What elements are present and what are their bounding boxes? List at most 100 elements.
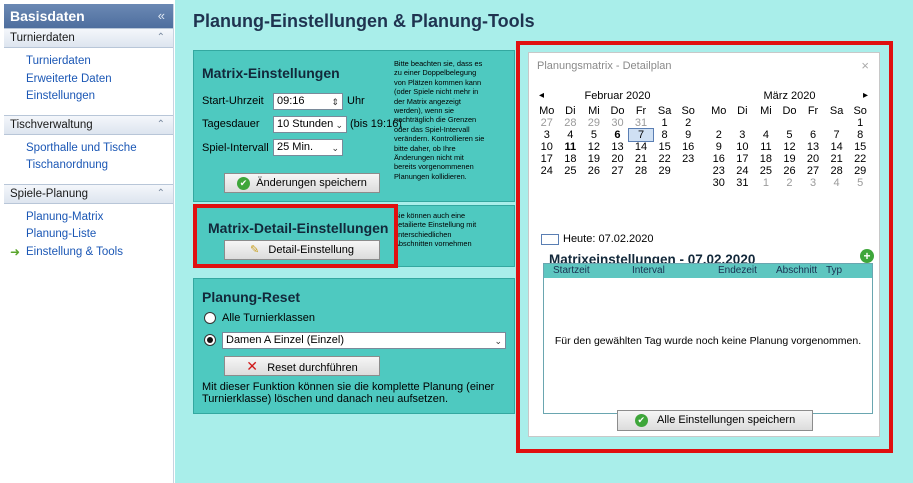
column-header[interactable]: Startzeit <box>553 265 590 276</box>
calendar-day[interactable]: 31 <box>629 117 653 129</box>
calendar-day[interactable]: 2 <box>707 129 731 141</box>
calendar-day[interactable]: 31 <box>731 177 755 189</box>
calendar-day[interactable]: 29 <box>653 165 677 177</box>
calendar-day[interactable]: 8 <box>653 129 677 141</box>
calendar-day[interactable]: 16 <box>707 153 731 165</box>
class-select[interactable]: Damen A Einzel (Einzel) ⌄ <box>222 332 506 349</box>
start-time-input[interactable]: 09:16 ⇕ <box>273 93 343 110</box>
radio-selected-class[interactable] <box>204 334 216 346</box>
sidebar-item-erweiterte-daten[interactable]: Erweiterte Daten <box>4 71 173 89</box>
sidebar-item-einstellungen[interactable]: Einstellungen <box>4 88 173 106</box>
calendar-day[interactable]: 7 <box>628 128 654 142</box>
calendar-day[interactable]: 6 <box>606 129 630 141</box>
calendar-day[interactable]: 19 <box>582 153 606 165</box>
calendar-day[interactable]: 23 <box>676 153 700 165</box>
sidebar-item-planung-liste[interactable]: Planung-Liste <box>4 226 173 244</box>
calendar-day[interactable]: 23 <box>707 165 731 177</box>
calendar-day[interactable]: 21 <box>629 153 653 165</box>
calendar-day[interactable]: 27 <box>606 165 630 177</box>
interval-select[interactable]: 25 Min. ⌄ <box>273 139 343 156</box>
calendar-day[interactable]: 1 <box>653 117 677 129</box>
calendar-day[interactable]: 26 <box>778 165 802 177</box>
calendar-day[interactable]: 15 <box>653 141 677 153</box>
calendar-day[interactable]: 28 <box>559 117 583 129</box>
sidebar-item-planung-matrix[interactable]: Planung-Matrix <box>4 209 173 227</box>
calendar-day[interactable]: 24 <box>535 165 559 177</box>
calendar-day[interactable]: 8 <box>848 129 872 141</box>
column-header[interactable]: Typ <box>826 265 842 276</box>
calendar-day[interactable]: 25 <box>559 165 583 177</box>
today-link[interactable]: Heute: 07.02.2020 <box>541 233 654 245</box>
section-spiele-planung[interactable]: Spiele-Planung ⌃ <box>4 183 173 204</box>
calendar-day[interactable]: 5 <box>582 129 606 141</box>
calendar-day[interactable]: 9 <box>707 141 731 153</box>
calendar-day[interactable]: 24 <box>731 165 755 177</box>
calendar-day[interactable]: 10 <box>535 141 559 153</box>
sidebar-item-sporthalle[interactable]: Sporthalle und Tische <box>4 140 173 158</box>
calendar-day[interactable]: 18 <box>559 153 583 165</box>
calendar-day[interactable]: 16 <box>676 141 700 153</box>
calendar-day[interactable]: 12 <box>778 141 802 153</box>
calendar-day[interactable]: 6 <box>801 129 825 141</box>
calendar-day[interactable]: 11 <box>559 141 583 153</box>
calendar-day[interactable]: 28 <box>825 165 849 177</box>
calendar-day[interactable]: 11 <box>754 141 778 153</box>
calendar-day[interactable]: 27 <box>535 117 559 129</box>
calendar-day[interactable]: 28 <box>629 165 653 177</box>
day-duration-select[interactable]: 10 Stunden ⌄ <box>273 116 347 133</box>
next-month-icon[interactable]: ▸ <box>863 88 868 104</box>
column-header[interactable]: Interval <box>632 265 665 276</box>
calendar-day[interactable]: 17 <box>731 153 755 165</box>
add-icon[interactable]: + <box>860 249 874 263</box>
calendar-day[interactable]: 1 <box>754 177 778 189</box>
calendar-day[interactable]: 30 <box>707 177 731 189</box>
collapse-sidebar-icon[interactable]: « <box>158 4 165 28</box>
calendar-day[interactable]: 25 <box>754 165 778 177</box>
calendar-day[interactable]: 14 <box>629 141 653 153</box>
calendar-day[interactable]: 18 <box>754 153 778 165</box>
column-header[interactable]: Endezeit <box>718 265 757 276</box>
spinner-icon[interactable]: ⇕ <box>331 95 339 110</box>
calendar-day[interactable]: 5 <box>848 177 872 189</box>
reset-button[interactable]: ✕ Reset durchführen <box>224 356 380 376</box>
calendar-day[interactable]: 27 <box>801 165 825 177</box>
calendar-day[interactable]: 9 <box>676 129 700 141</box>
calendar-day[interactable]: 4 <box>754 129 778 141</box>
sidebar-item-turnierdaten[interactable]: Turnierdaten <box>4 53 173 71</box>
calendar-day[interactable]: 7 <box>825 129 849 141</box>
chevron-up-icon[interactable]: ⌃ <box>157 29 165 47</box>
calendar-day[interactable]: 29 <box>848 165 872 177</box>
calendar-day[interactable]: 15 <box>848 141 872 153</box>
calendar-day[interactable]: 3 <box>535 129 559 141</box>
calendar-day[interactable]: 30 <box>606 117 630 129</box>
calendar-day[interactable]: 4 <box>825 177 849 189</box>
calendar-day[interactable]: 19 <box>778 153 802 165</box>
calendar-day[interactable]: 3 <box>801 177 825 189</box>
sidebar-item-tischanordnung[interactable]: Tischanordnung <box>4 157 173 175</box>
calendar-day[interactable]: 21 <box>825 153 849 165</box>
calendar-day[interactable]: 20 <box>801 153 825 165</box>
calendar-day[interactable]: 10 <box>731 141 755 153</box>
save-all-button[interactable]: ✔ Alle Einstellungen speichern <box>617 410 813 431</box>
calendar-day[interactable]: 2 <box>676 117 700 129</box>
calendar-day[interactable]: 2 <box>778 177 802 189</box>
calendar-day[interactable]: 13 <box>606 141 630 153</box>
calendar-day[interactable]: 3 <box>731 129 755 141</box>
calendar-day[interactable]: 22 <box>848 153 872 165</box>
save-changes-button[interactable]: ✔ Änderungen speichern <box>224 173 380 193</box>
calendar-day[interactable]: 22 <box>653 153 677 165</box>
calendar-day[interactable]: 4 <box>559 129 583 141</box>
calendar-day[interactable]: 13 <box>801 141 825 153</box>
column-header[interactable]: Abschnitt <box>776 265 817 276</box>
calendar-day[interactable]: 5 <box>778 129 802 141</box>
sidebar-item-einstellung-tools[interactable]: ➜ Einstellung & Tools <box>4 244 173 262</box>
calendar-day[interactable]: 26 <box>582 165 606 177</box>
section-turnierdaten[interactable]: Turnierdaten ⌃ <box>4 28 173 48</box>
calendar-day[interactable]: 17 <box>535 153 559 165</box>
radio-all-classes[interactable] <box>204 312 216 324</box>
chevron-up-icon[interactable]: ⌃ <box>157 116 165 134</box>
calendar-day[interactable]: 12 <box>582 141 606 153</box>
calendar-day[interactable]: 20 <box>606 153 630 165</box>
prev-month-icon[interactable]: ◂ <box>539 88 544 104</box>
calendar-day[interactable]: 29 <box>582 117 606 129</box>
